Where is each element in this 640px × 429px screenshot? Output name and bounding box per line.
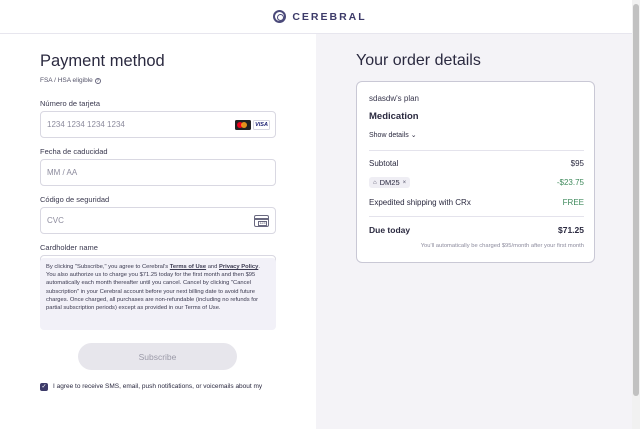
shipping-label: Expedited shipping with CRx: [369, 198, 471, 207]
terms-text-3: . You also authorize us to charge you $7…: [46, 264, 260, 312]
cerebral-logo-icon: [273, 10, 287, 23]
terms-of-use-link[interactable]: Terms of Use: [170, 264, 206, 270]
order-summary-card: sdasdw's plan Medication Show details ⌄ …: [356, 81, 595, 263]
expiry-label: Fecha de caducidad: [40, 147, 108, 156]
mastercard-icon: [235, 120, 251, 130]
subtotal-value: $95: [570, 159, 584, 168]
show-details-label: Show details: [369, 131, 409, 139]
expiry-input[interactable]: [41, 160, 221, 185]
card-number-label: Número de tarjeta: [40, 99, 101, 108]
cvc-icon-number: 123: [258, 221, 267, 226]
cvc-field: 123: [40, 207, 276, 234]
due-today-row: Due today $71.25: [369, 225, 584, 235]
subscribe-button[interactable]: Subscribe: [78, 343, 237, 370]
cvc-card-stripe: [255, 218, 268, 220]
fsa-text: FSA / HSA eligible: [40, 77, 93, 84]
shipping-value: FREE: [562, 198, 584, 207]
brand-name: CEREBRAL: [292, 10, 367, 23]
discount-value: -$23.75: [556, 178, 584, 187]
coupon-chip: ⌂ DM25 ×: [369, 177, 411, 188]
help-icon[interactable]: ?: [94, 77, 101, 84]
divider: [369, 150, 584, 151]
cardholder-name-label: Cardholder name: [40, 243, 98, 252]
shipping-row: Expedited shipping with CRx FREE: [369, 198, 584, 207]
due-today-label: Due today: [369, 225, 411, 235]
consent-text: I agree to receive SMS, email, push noti…: [53, 383, 263, 390]
remove-coupon-icon[interactable]: ×: [403, 180, 407, 186]
terms-text-2: and: [206, 264, 219, 270]
privacy-policy-link[interactable]: Privacy Policy: [219, 264, 258, 270]
card-number-field: VISA: [40, 111, 276, 138]
card-brands: VISA: [235, 120, 270, 130]
subtotal-label: Subtotal: [369, 159, 399, 168]
top-bar: CEREBRAL: [0, 0, 640, 34]
scrollbar-thumb[interactable]: [633, 4, 639, 396]
expiry-field: [40, 159, 276, 186]
subtotal-row: Subtotal $95: [369, 159, 584, 168]
fsa-eligible-note: FSA / HSA eligible ?: [40, 77, 101, 84]
cvc-label: Código de seguridad: [40, 195, 110, 204]
card-number-input[interactable]: [41, 112, 221, 137]
order-title: Your order details: [356, 52, 481, 69]
consent-checkbox[interactable]: ✓: [40, 383, 48, 391]
tag-icon: ⌂: [373, 179, 377, 186]
chevron-down-icon: ⌄: [410, 132, 417, 139]
cvc-input[interactable]: [41, 208, 221, 233]
due-today-value: $71.25: [558, 225, 584, 235]
divider: [369, 216, 584, 217]
consent-row: ✓ I agree to receive SMS, email, push no…: [40, 383, 275, 392]
terms-notice: By clicking "Subscribe," you agree to Ce…: [40, 258, 276, 330]
coupon-row: ⌂ DM25 × -$23.75: [369, 177, 584, 188]
plan-name: sdasdw's plan: [369, 94, 419, 103]
brand-logo[interactable]: CEREBRAL: [273, 10, 366, 23]
auto-charge-note: You'll automatically be charged $95/mont…: [420, 243, 584, 249]
terms-text-1: By clicking "Subscribe," you agree to Ce…: [46, 264, 170, 270]
visa-icon: VISA: [253, 120, 270, 130]
order-panel: Your order details sdasdw's plan Medicat…: [316, 34, 632, 429]
scrollbar[interactable]: [632, 0, 640, 429]
product-name: Medication: [369, 111, 419, 122]
cvc-card-icon: 123: [254, 215, 269, 227]
payment-title: Payment method: [40, 52, 165, 70]
coupon-code: DM25: [379, 178, 400, 187]
show-details-toggle[interactable]: Show details ⌄: [369, 131, 417, 140]
